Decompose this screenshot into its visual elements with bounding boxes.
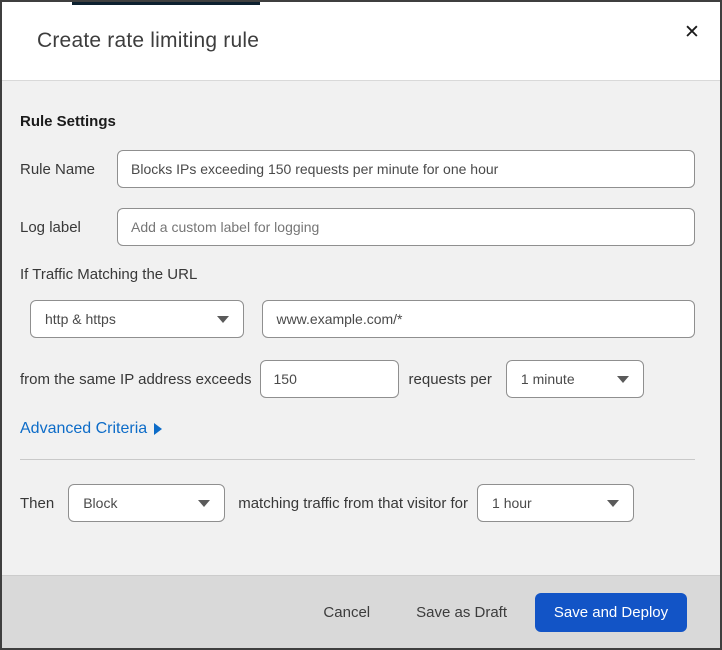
action-select[interactable]: Block — [68, 484, 226, 522]
chevron-down-icon — [616, 375, 629, 383]
dialog-title: Create rate limiting rule — [37, 29, 260, 52]
chevron-down-icon — [198, 499, 211, 507]
rule-settings-heading: Rule Settings — [20, 113, 116, 130]
create-rate-limiting-rule-dialog: Create rate limiting rule ✕ Rule Setting… — [0, 0, 722, 650]
threshold-row: from the same IP address exceeds request… — [20, 360, 695, 398]
arrow-right-icon — [154, 423, 163, 435]
action-middle-label: matching traffic from that visitor for — [238, 494, 469, 512]
chevron-down-icon — [607, 499, 620, 507]
action-select-value: Block — [83, 495, 118, 511]
period-select[interactable]: 1 minute — [505, 360, 644, 398]
log-label-input[interactable] — [117, 208, 695, 246]
threshold-prefix-label: from the same IP address exceeds — [20, 370, 252, 388]
duration-select-value: 1 hour — [492, 495, 532, 511]
rule-name-row: Rule Name — [20, 150, 695, 188]
advanced-criteria-label: Advanced Criteria — [20, 420, 148, 437]
then-label: Then — [20, 494, 55, 512]
log-label-row: Log label — [20, 208, 695, 246]
url-match-row: http & https — [20, 300, 695, 338]
action-row: Then Block matching traffic from that vi… — [20, 484, 695, 522]
scheme-select[interactable]: http & https — [30, 300, 245, 338]
rule-name-label: Rule Name — [20, 160, 96, 178]
period-select-value: 1 minute — [520, 371, 575, 387]
rule-name-input[interactable] — [117, 150, 695, 188]
requests-per-label: requests per — [408, 370, 492, 388]
top-accent-bar — [72, 2, 260, 5]
section-divider — [20, 459, 695, 460]
chevron-down-icon — [217, 315, 230, 323]
close-icon[interactable]: ✕ — [676, 16, 708, 48]
duration-select[interactable]: 1 hour — [477, 484, 635, 522]
save-as-draft-button[interactable]: Save as Draft — [406, 596, 517, 629]
traffic-match-heading: If Traffic Matching the URL — [20, 266, 198, 283]
cancel-button[interactable]: Cancel — [313, 596, 380, 629]
url-pattern-input[interactable] — [262, 300, 695, 338]
save-and-deploy-button[interactable]: Save and Deploy — [535, 592, 687, 632]
request-count-input[interactable] — [259, 360, 399, 398]
advanced-criteria-link[interactable]: Advanced Criteria — [20, 420, 163, 438]
dialog-footer: Cancel Save as Draft Save and Deploy — [2, 575, 720, 648]
log-label-label: Log label — [20, 218, 81, 236]
dialog-header: Create rate limiting rule ✕ — [2, 2, 720, 81]
scheme-select-value: http & https — [45, 311, 116, 327]
dialog-body: Rule Settings Rule Name Log label If Tra… — [2, 81, 720, 575]
